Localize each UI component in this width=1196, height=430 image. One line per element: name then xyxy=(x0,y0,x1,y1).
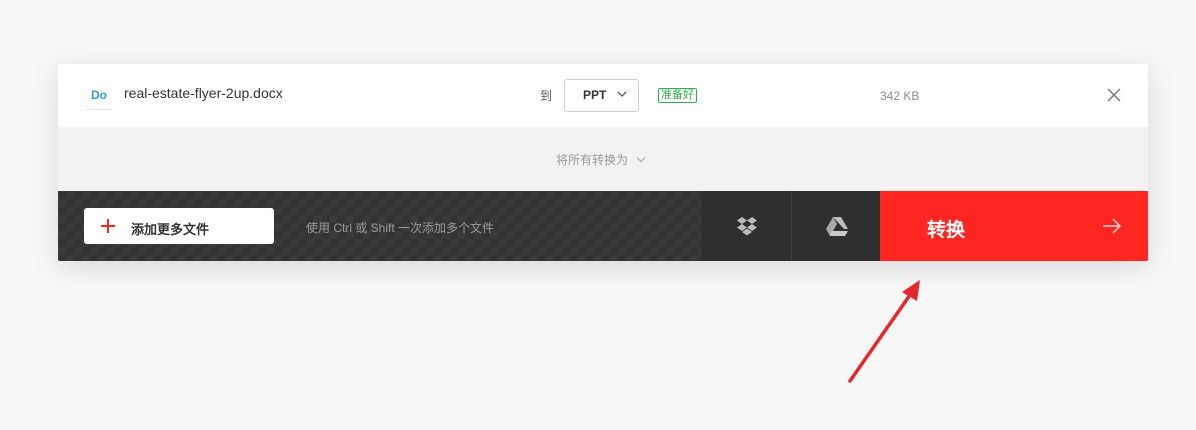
file-name: real-estate-flyer-2up.docx xyxy=(124,85,283,101)
add-more-files-label: 添加更多文件 xyxy=(131,222,210,237)
add-more-files-button[interactable]: 添加更多文件 xyxy=(84,208,274,244)
convert-all-row: 将所有转换为 xyxy=(58,127,1148,191)
google-drive-button[interactable] xyxy=(791,191,880,261)
annotation-arrow xyxy=(848,280,920,383)
dropbox-icon xyxy=(737,217,757,236)
file-size: 342 KB xyxy=(880,89,920,103)
convert-all-dropdown[interactable]: 将所有转换为 xyxy=(556,151,646,167)
google-drive-icon xyxy=(826,217,848,236)
docx-file-icon: Do xyxy=(86,81,112,110)
to-label: 到 xyxy=(540,89,553,103)
action-bar: 添加更多文件 使用 Ctrl 或 Shift 一次添加多个文件 转换 xyxy=(58,191,1148,261)
chevron-down-icon xyxy=(617,91,627,97)
multi-select-hint: 使用 Ctrl 或 Shift 一次添加多个文件 xyxy=(306,221,495,235)
status-badge: 准备好 xyxy=(658,88,697,103)
convert-label: 转换 xyxy=(927,220,966,241)
target-format-select[interactable]: PPT xyxy=(564,79,639,112)
chevron-down-icon xyxy=(637,157,646,163)
convert-all-label: 将所有转换为 xyxy=(556,153,629,167)
plus-icon xyxy=(101,219,115,233)
file-converter-panel: Do real-estate-flyer-2up.docx 到 PPT 准备好 … xyxy=(58,64,1148,261)
arrow-right-icon xyxy=(1103,218,1122,234)
target-format-value: PPT xyxy=(583,88,607,102)
close-icon[interactable] xyxy=(1106,87,1122,103)
convert-button[interactable]: 转换 xyxy=(880,191,1148,261)
file-row: Do real-estate-flyer-2up.docx 到 PPT 准备好 … xyxy=(58,64,1148,127)
dropbox-button[interactable] xyxy=(702,191,791,261)
